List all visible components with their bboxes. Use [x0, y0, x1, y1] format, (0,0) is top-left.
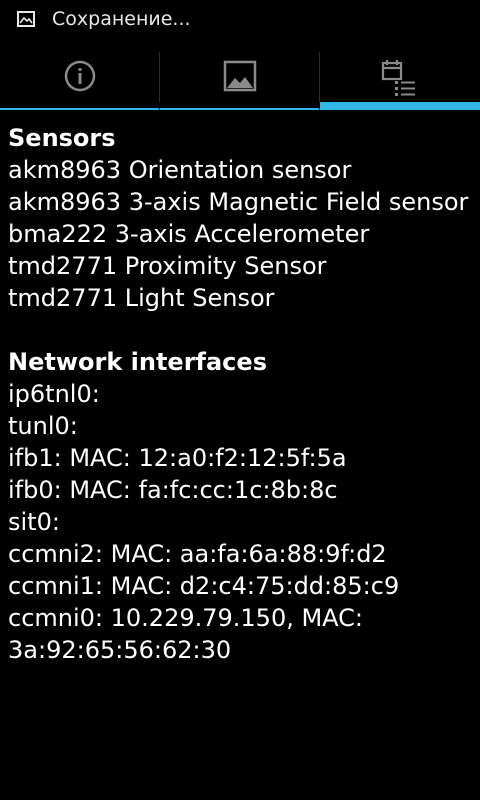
tab-details[interactable]	[320, 50, 480, 110]
list-item: akm8963 Orientation sensor	[8, 156, 352, 184]
list-item: sit0:	[8, 508, 60, 536]
list-item: ip6tnl0:	[8, 380, 100, 408]
section-title: Network interfaces	[8, 348, 267, 376]
list-item: tunl0:	[8, 412, 78, 440]
tab-image[interactable]	[160, 50, 319, 110]
details-content: Sensors akm8963 Orientation sensor akm89…	[8, 122, 472, 666]
tab-bar	[0, 50, 480, 110]
tab-underline	[0, 108, 159, 110]
list-item: ifb0: MAC: fa:fc:cc:1c:8b:8c	[8, 476, 338, 504]
sensors-section: Sensors akm8963 Orientation sensor akm89…	[8, 122, 472, 314]
list-item: ccmni0: 10.229.79.150, MAC: 3a:92:65:56:…	[8, 604, 364, 664]
list-item: ifb1: MAC: 12:a0:f2:12:5f:5a	[8, 444, 347, 472]
calendar-list-icon	[380, 58, 420, 102]
list-item: ccmni2: MAC: aa:fa:6a:88:9f:d2	[8, 540, 387, 568]
network-section: Network interfaces ip6tnl0: tunl0: ifb1:…	[8, 346, 472, 666]
list-item: akm8963 3-axis Magnetic Field sensor	[8, 188, 469, 216]
info-icon	[62, 58, 98, 98]
status-bar: Сохранение...	[0, 0, 480, 38]
tab-underline-active	[320, 102, 480, 110]
list-item: bma222 3-axis Accelerometer	[8, 220, 370, 248]
image-icon	[16, 9, 36, 29]
section-title: Sensors	[8, 124, 116, 152]
list-item: ccmni1: MAC: d2:c4:75:dd:85:c9	[8, 572, 400, 600]
image-icon	[222, 58, 258, 98]
status-text: Сохранение...	[52, 8, 191, 30]
list-item: tmd2771 Proximity Sensor	[8, 252, 327, 280]
tab-info[interactable]	[0, 50, 159, 110]
tab-underline	[160, 108, 319, 110]
list-item: tmd2771 Light Sensor	[8, 284, 275, 312]
